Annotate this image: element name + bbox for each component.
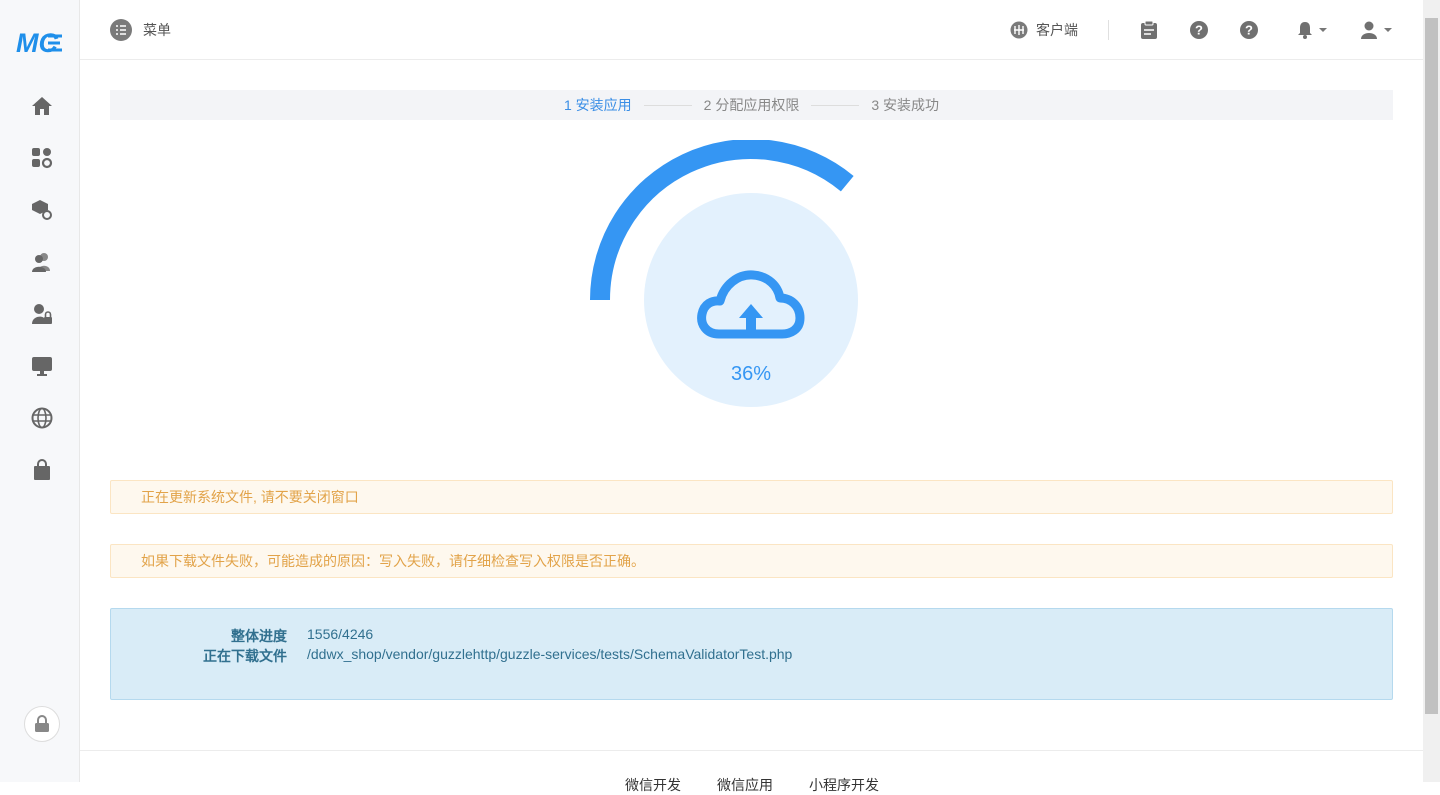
clipboard-icon[interactable] — [1140, 20, 1158, 40]
sidebar: MC — [0, 0, 80, 782]
globe-icon[interactable] — [28, 404, 56, 432]
footer-link-wechat-apps[interactable]: 微信应用 — [717, 775, 773, 795]
client-icon — [1010, 21, 1028, 39]
bell-icon — [1298, 22, 1312, 39]
chevron-down-icon — [1384, 28, 1392, 32]
svg-text:?: ? — [1195, 23, 1203, 38]
footer-link-wechat-dev[interactable]: 微信开发 — [625, 775, 681, 795]
step-assign-permissions: 2 分配应用权限 — [703, 97, 800, 113]
footer-links: 微信开发 微信应用 小程序开发 — [625, 775, 879, 795]
help-circle-icon[interactable]: ? — [1240, 20, 1258, 40]
overall-progress-row: 整体进度 1556/4246 — [111, 626, 373, 646]
overall-progress-value: 1556/4246 — [307, 626, 374, 642]
client-button[interactable]: 客户端 — [1010, 20, 1078, 40]
install-steps: 1 安装应用 2 分配应用权限 3 安装成功 — [110, 90, 1393, 120]
footer: 微信开发 微信应用 小程序开发 — [80, 750, 1423, 793]
failure-hint-notice: 如果下载文件失败，可能造成的原因：写入失败，请仔细检查写入权限是否正确。 — [110, 544, 1393, 578]
install-progress: 36% — [590, 139, 912, 420]
lock-screen-button[interactable] — [24, 706, 60, 742]
apps-settings-icon[interactable] — [28, 144, 56, 172]
top-bar: 菜单 客户端 ? ? — [80, 0, 1423, 60]
lock-icon — [35, 715, 49, 732]
page-scrollbar[interactable] — [1423, 0, 1440, 782]
step-connector — [643, 104, 692, 106]
scrollbar-thumb[interactable] — [1425, 18, 1438, 714]
downloading-file-label: 正在下载文件 — [203, 648, 287, 664]
chevron-down-icon — [1319, 28, 1327, 32]
notification-dropdown[interactable] — [1297, 20, 1327, 40]
user-lock-icon[interactable] — [28, 300, 56, 328]
help-icon[interactable]: ? — [1190, 20, 1208, 40]
footer-link-miniprogram-dev[interactable]: 小程序开发 — [809, 775, 879, 795]
downloading-file-value: /ddwx_shop/vendor/guzzlehttp/guzzle-serv… — [307, 646, 793, 662]
menu-toggle-button[interactable]: 菜单 — [110, 19, 171, 41]
bag-icon[interactable] — [28, 456, 56, 484]
monitor-icon[interactable] — [28, 352, 56, 380]
progress-percent: 36% — [731, 363, 771, 385]
client-label: 客户端 — [1036, 22, 1078, 38]
step-connector — [811, 104, 860, 106]
menu-list-icon — [110, 19, 132, 41]
step-install-success: 3 安装成功 — [871, 97, 940, 113]
logo[interactable]: MC — [14, 26, 66, 58]
warning-notice: 正在更新系统文件, 请不要关闭窗口 — [110, 480, 1393, 514]
package-settings-icon[interactable] — [28, 196, 56, 224]
svg-text:?: ? — [1245, 23, 1253, 38]
home-icon[interactable] — [28, 92, 56, 120]
users-icon[interactable] — [28, 248, 56, 276]
step-install-app: 1 安装应用 — [563, 97, 632, 113]
overall-progress-label: 整体进度 — [231, 628, 287, 644]
logo-mark: MC — [16, 28, 62, 58]
downloading-file-row: 正在下载文件 /ddwx_shop/vendor/guzzlehttp/guzz… — [111, 646, 792, 666]
menu-label: 菜单 — [143, 22, 171, 38]
topbar-divider — [1108, 20, 1109, 40]
download-info-panel: 整体进度 1556/4246 正在下载文件 /ddwx_shop/vendor/… — [110, 608, 1393, 700]
user-avatar-icon — [1361, 21, 1377, 39]
user-dropdown[interactable] — [1360, 20, 1392, 40]
